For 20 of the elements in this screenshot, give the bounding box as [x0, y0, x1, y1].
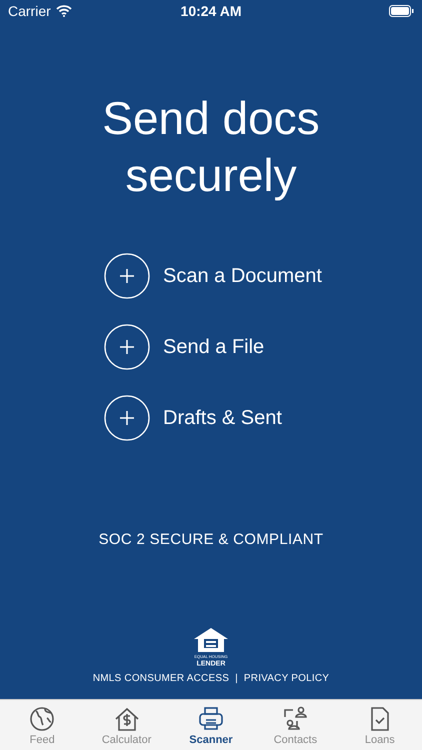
- compliance-label: SOC 2 SECURE & COMPLIANT: [98, 531, 324, 548]
- page-heading: Send docs securely: [101, 91, 321, 203]
- tab-item[interactable]: Scanner: [168, 700, 254, 750]
- plus-icon: [104, 253, 150, 299]
- action-button[interactable]: Drafts & Sent: [104, 395, 322, 441]
- contacts-icon: [281, 706, 310, 732]
- action-button[interactable]: Scan a Document: [104, 253, 322, 299]
- globe-icon: [28, 706, 56, 732]
- plus-icon: [104, 395, 150, 441]
- nmls-link[interactable]: NMLS CONSUMER ACCESS: [92, 673, 230, 684]
- house-dollar-icon: [112, 706, 141, 732]
- carrier-label: Carrier: [8, 3, 51, 19]
- link-separator: |: [235, 673, 238, 684]
- privacy-link[interactable]: PRIVACY POLICY: [244, 673, 330, 684]
- battery-icon: [389, 5, 414, 17]
- printer-icon: [197, 706, 226, 732]
- plus-icon: [104, 324, 150, 370]
- action-button[interactable]: Send a File: [104, 324, 322, 370]
- wifi-icon: [56, 5, 72, 17]
- clock-time: 10:24 AM: [180, 3, 242, 19]
